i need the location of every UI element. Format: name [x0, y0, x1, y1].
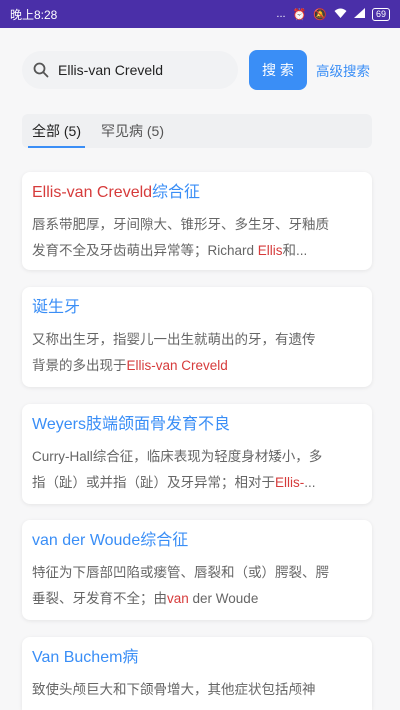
result-desc-line: 指（趾）或并指（趾）及牙异常；相对于Ellis-... [32, 470, 362, 496]
result-description: 致使头颅巨大和下颌骨增大，其他症状包括颅神 [32, 677, 362, 703]
tab-bar: 全部 (5) 罕见病 (5) [22, 114, 372, 148]
wifi-icon [334, 8, 347, 21]
result-desc-line: 特征为下唇部凹陷或瘘管、唇裂和（或）腭裂、腭 [32, 565, 329, 580]
result-title-highlight: Ellis-van Creveld [32, 184, 153, 201]
result-description: Curry-Hall综合征，临床表现为轻度身材矮小，多 指（趾）或并指（趾）及牙… [32, 444, 362, 496]
result-card[interactable]: Van Buchem病 致使头颅巨大和下颌骨增大，其他症状包括颅神 [22, 637, 372, 710]
result-title-rest: 综合征 [152, 184, 201, 201]
result-desc-line: 发育不全及牙齿萌出异常等；Richard Ellis和... [32, 238, 362, 264]
search-row: 搜 索 高级搜索 [22, 50, 382, 90]
result-desc-text: 和... [282, 243, 308, 258]
battery-icon: 69 [371, 7, 390, 21]
result-title[interactable]: Van Buchem病 [32, 647, 362, 669]
result-desc-highlight: Ellis- [275, 475, 305, 490]
result-desc-text: 垂裂、牙发育不全；由 [32, 591, 167, 606]
result-desc-highlight: Ellis-van Creveld [126, 358, 228, 373]
tab-rare-disease[interactable]: 罕见病 (5) [91, 114, 174, 148]
result-desc-highlight: van [167, 591, 189, 606]
result-card[interactable]: 诞生牙 又称出生牙，指婴儿一出生就萌出的牙，有遗传 背景的多出现于Ellis-v… [22, 287, 372, 387]
result-card[interactable]: Ellis-van Creveld综合征 唇系带肥厚，牙间隙大、锥形牙、多生牙、… [22, 172, 372, 270]
result-description: 唇系带肥厚，牙间隙大、锥形牙、多生牙、牙釉质 发育不全及牙齿萌出异常等；Rich… [32, 212, 362, 264]
status-icons: ... ⏰ 🔕 69 [276, 7, 390, 21]
search-button[interactable]: 搜 索 [249, 50, 307, 90]
result-desc-text: 背景的多出现于 [32, 358, 127, 373]
result-desc-line: 又称出生牙，指婴儿一出生就萌出的牙，有遗传 [32, 332, 316, 347]
result-desc-line: 垂裂、牙发育不全；由van der Woude [32, 586, 362, 612]
tab-all[interactable]: 全部 (5) [22, 114, 91, 148]
result-desc-text: ... [304, 475, 316, 490]
result-desc-highlight: Ellis [257, 243, 283, 258]
result-title[interactable]: Ellis-van Creveld综合征 [32, 182, 362, 204]
result-desc-text: der Woude [188, 591, 259, 606]
result-card[interactable]: van der Woude综合征 特征为下唇部凹陷或瘘管、唇裂和（或）腭裂、腭 … [22, 520, 372, 620]
result-description: 又称出生牙，指婴儿一出生就萌出的牙，有遗传 背景的多出现于Ellis-van C… [32, 327, 362, 379]
status-time: 晚上8:28 [10, 7, 58, 22]
search-icon [32, 61, 50, 79]
result-desc-line: 致使头颅巨大和下颌骨增大，其他症状包括颅神 [32, 682, 316, 697]
result-desc-line: 背景的多出现于Ellis-van Creveld [32, 353, 362, 379]
search-box[interactable] [22, 51, 238, 89]
alarm-icon: ⏰ [292, 8, 307, 21]
mute-icon: 🔕 [313, 8, 327, 21]
signal-icon [353, 7, 365, 21]
status-bar: 晚上8:28 ... ⏰ 🔕 69 [0, 0, 400, 28]
result-desc-text: 指（趾）或并指（趾）及牙异常；相对于 [32, 475, 275, 490]
result-desc-line: 唇系带肥厚，牙间隙大、锥形牙、多生牙、牙釉质 [32, 217, 329, 232]
result-title[interactable]: Weyers肢端颌面骨发育不良 [32, 414, 362, 436]
advanced-search-link[interactable]: 高级搜索 [316, 60, 370, 80]
search-input[interactable] [56, 61, 220, 79]
result-description: 特征为下唇部凹陷或瘘管、唇裂和（或）腭裂、腭 垂裂、牙发育不全；由van der… [32, 560, 362, 612]
result-desc-line: Curry-Hall综合征，临床表现为轻度身材矮小，多 [32, 449, 323, 464]
result-card[interactable]: Weyers肢端颌面骨发育不良 Curry-Hall综合征，临床表现为轻度身材矮… [22, 404, 372, 504]
result-title[interactable]: van der Woude综合征 [32, 530, 362, 552]
result-desc-text: 发育不全及牙齿萌出异常等；Richard [32, 243, 258, 258]
notification-dots: ... [276, 8, 286, 20]
result-title[interactable]: 诞生牙 [32, 297, 362, 319]
